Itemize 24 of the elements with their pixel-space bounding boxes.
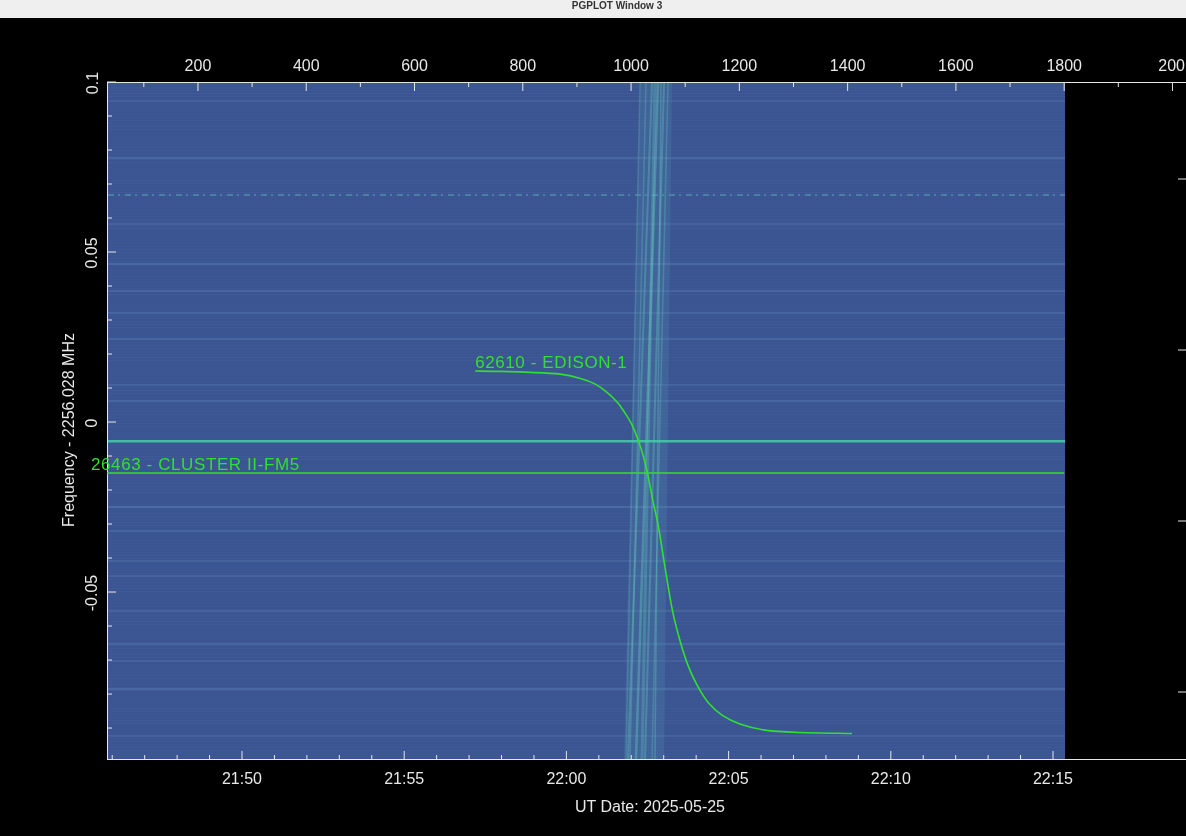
axis-tick-label: 600 <box>401 56 428 74</box>
axis-tick-label: 22:10 <box>870 769 911 787</box>
axis-tick-label: 22:05 <box>708 769 749 787</box>
axis-tick-label: 1600 <box>938 56 974 74</box>
axis-tick-label: 1400 <box>829 56 866 74</box>
axis-tick-label: 0.1 <box>83 71 101 95</box>
axis-tick-label: 22:15 <box>1033 769 1073 787</box>
axis-tick-label: 200 <box>184 56 212 74</box>
axis-tick-label: 1800 <box>1046 56 1082 74</box>
axis-title: UT Date: 2025-05-25 <box>575 797 725 815</box>
axis-tick-label: 1200 <box>721 56 758 74</box>
axis-title: Frequency - 2256.028 MHz <box>59 333 77 527</box>
axis-tick-label: -0.05 <box>83 574 101 612</box>
axis-tick-label: 0 <box>83 418 101 428</box>
axis-tick-label: 22:00 <box>546 769 587 787</box>
axis-tick-label: 21:55 <box>384 769 425 787</box>
track-label: 62610 - EDISON-1 <box>475 353 628 372</box>
axis-tick-label: 0.05 <box>83 237 101 269</box>
axis-tick-label: 400 <box>292 56 320 74</box>
axis-tick-label: 200 <box>1158 56 1185 74</box>
axis-tick-label: 800 <box>509 56 537 74</box>
axis-tick-label: 21:50 <box>222 769 262 787</box>
window-title: PGPLOT Window 3 <box>571 0 663 11</box>
axis-tick-label: 1000 <box>613 56 649 74</box>
